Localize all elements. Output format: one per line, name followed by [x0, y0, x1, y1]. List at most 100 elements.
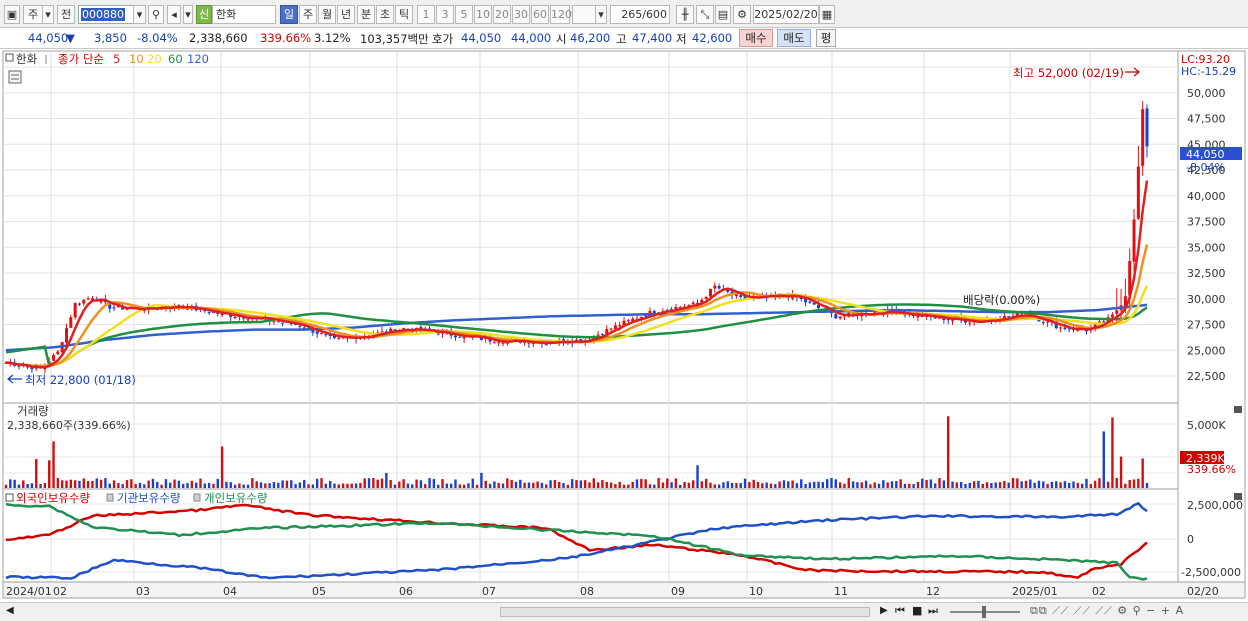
market-dropdown-icon[interactable]: ▾ — [42, 5, 54, 24]
rewind-icon[interactable]: ⏮ — [895, 604, 905, 618]
zoom-slider-handle[interactable] — [982, 606, 986, 618]
volume-bar — [1055, 481, 1058, 488]
candle-icon[interactable]: ╫ — [676, 5, 694, 24]
volume-bar — [367, 478, 371, 488]
data-table-icon[interactable] — [8, 70, 22, 84]
stock-chart[interactable]: 한화 종가 단순 5 10 20 60 120 최고 52,000 (02/19… — [0, 50, 1248, 602]
volume-bar — [182, 483, 185, 488]
date-input[interactable]: 2025/02/20 — [753, 5, 819, 24]
volume-bar — [553, 479, 557, 488]
volume-bar — [925, 479, 928, 488]
interval-10-button[interactable]: 10 — [474, 5, 492, 24]
candle-body — [77, 303, 81, 305]
volume-bar — [514, 481, 518, 488]
volume-bar — [679, 484, 682, 488]
open-label: 시 — [556, 32, 567, 46]
speaker-dropdown-icon[interactable]: ▾ — [183, 5, 193, 24]
volume-bar — [532, 482, 535, 488]
fast-forward-icon[interactable]: ⏭ — [928, 604, 938, 618]
search-icon[interactable]: ⚲ — [148, 5, 164, 24]
horizontal-scrollbar[interactable] — [500, 607, 870, 617]
prev-button[interactable]: 전 — [57, 5, 75, 24]
interval-1-button[interactable]: 1 — [417, 5, 435, 24]
x-axis-month-label: 07 — [482, 585, 496, 598]
stock-name-field[interactable]: 한화 — [212, 5, 276, 24]
draw-tool-icon[interactable]: ⤡ — [696, 5, 714, 24]
volume-bar — [834, 479, 838, 488]
stop-icon[interactable]: ■ — [912, 604, 922, 617]
interval-custom-input[interactable] — [572, 5, 596, 24]
volume-bar — [501, 483, 505, 488]
volume-bar — [156, 481, 159, 488]
interval-60-button[interactable]: 60 — [531, 5, 549, 24]
window-menu-icon[interactable]: ▣ — [4, 5, 20, 24]
period-tick-tab[interactable]: 틱 — [395, 5, 413, 24]
volume-close-icon[interactable] — [1234, 406, 1242, 413]
volume-bar — [264, 483, 267, 488]
speaker-icon[interactable]: ◂ — [167, 5, 181, 24]
interval-3-button[interactable]: 3 — [436, 5, 454, 24]
bid-price: 44,050 — [461, 31, 502, 45]
candle-body — [708, 288, 712, 297]
volume-bar — [955, 482, 959, 488]
interval-120-button[interactable]: 120 — [550, 5, 572, 24]
volume-bar — [60, 480, 64, 488]
interval-20-button[interactable]: 20 — [493, 5, 511, 24]
volume-bar — [220, 446, 224, 488]
candle-body — [717, 286, 721, 289]
volume-bar — [1046, 484, 1049, 488]
volume-bar — [990, 483, 993, 488]
period-day-tab[interactable]: 일 — [280, 5, 298, 24]
sell-button[interactable]: 매도 — [777, 29, 811, 47]
code-dropdown-icon[interactable]: ▾ — [133, 5, 146, 24]
candle-body — [933, 317, 937, 319]
calendar-icon[interactable]: ▦ — [819, 5, 835, 24]
volume-bar — [117, 483, 120, 488]
volume-bar — [631, 481, 634, 488]
buy-button[interactable]: 매수 — [739, 29, 773, 47]
turnover-rate: 3.12% — [314, 31, 351, 45]
period-year-tab[interactable]: 년 — [337, 5, 355, 24]
volume-bar — [328, 480, 332, 488]
volume-bar — [203, 483, 207, 488]
volume-bar — [298, 482, 302, 488]
price-axis-tick: 25,000 — [1187, 344, 1226, 357]
volume-bar — [1050, 481, 1054, 488]
volume-bar — [601, 480, 604, 488]
period-month-tab[interactable]: 월 — [318, 5, 336, 24]
volume-bar — [311, 484, 315, 488]
period-minute-tab[interactable]: 분 — [357, 5, 375, 24]
volume-bar — [1093, 480, 1097, 488]
high-annotation: 최고 52,000 (02/19) — [1013, 66, 1124, 80]
volume-pane[interactable] — [2, 402, 1179, 490]
candle-body — [207, 311, 211, 313]
volume-bar — [255, 481, 258, 488]
interval-30-button[interactable]: 30 — [512, 5, 530, 24]
low-label: 저 — [676, 32, 687, 46]
candle-body — [320, 333, 324, 335]
interval-5-button[interactable]: 5 — [455, 5, 473, 24]
evaluate-button[interactable]: 평 — [816, 29, 836, 47]
volume-bar — [277, 482, 280, 488]
volume-bar — [307, 484, 310, 488]
scroll-right-icon[interactable]: ▶ — [880, 605, 888, 616]
legend-institution: 기관보유수량 — [117, 491, 181, 505]
drawing-tools-icon[interactable]: ⧉⧉ ⟋⟋ ⟋⟋ ⟋⟋ ⚙ ⚲ − + A — [1030, 604, 1184, 618]
volume-bar — [519, 479, 522, 488]
bottom-control-bar: ◀ ▶ ⏮ ■ ⏭ ⧉⧉ ⟋⟋ ⟋⟋ ⟋⟋ ⚙ ⚲ − + A — [0, 602, 1248, 621]
interval-dropdown-icon[interactable]: ▾ — [595, 5, 607, 24]
volume-bar — [804, 483, 807, 488]
volume-bar — [856, 482, 859, 488]
period-second-tab[interactable]: 초 — [376, 5, 394, 24]
data-count-field[interactable]: 265/600 — [610, 5, 670, 24]
candle-body — [501, 342, 505, 344]
save-icon[interactable]: ▤ — [715, 5, 731, 24]
gear-icon[interactable]: ⚙ — [733, 5, 751, 24]
market-select[interactable]: 주 — [23, 5, 43, 24]
stock-code-input[interactable]: 000880 — [78, 5, 134, 24]
volume-bar — [1063, 481, 1067, 488]
volume-bar — [151, 478, 155, 488]
volume-bar — [536, 481, 539, 488]
scroll-left-icon[interactable]: ◀ — [6, 605, 14, 616]
period-week-tab[interactable]: 주 — [299, 5, 317, 24]
